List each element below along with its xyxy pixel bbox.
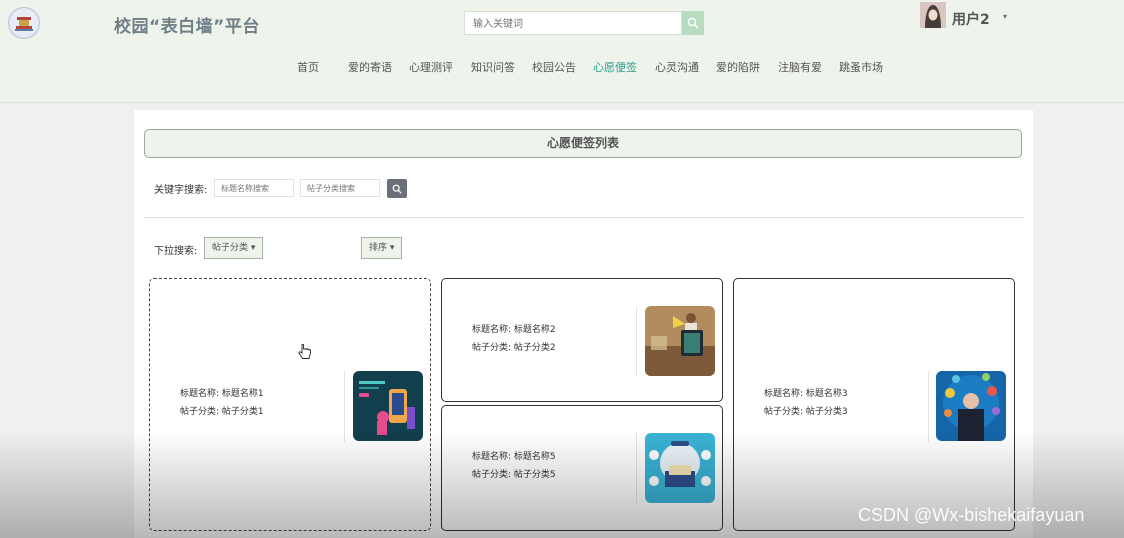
nav-item-love-message[interactable]: 爱的寄语 (348, 59, 392, 75)
card-image[interactable] (645, 433, 715, 503)
page-title: 心愿便签列表 (144, 129, 1022, 158)
site-title[interactable]: 校园“表白墙”平台 (114, 12, 260, 37)
search-icon (687, 17, 699, 29)
nav-item-heart-talk[interactable]: 心灵沟通 (655, 59, 699, 75)
nav-item-love-trap[interactable]: 爱的陷阱 (716, 59, 760, 75)
card-title: 标题名称: 标题名称3 (764, 389, 848, 399)
card-category: 帖子分类: 帖子分类3 (764, 407, 848, 417)
wish-card[interactable]: 标题名称: 标题名称3 帖子分类: 帖子分类3 (733, 278, 1015, 531)
wish-card[interactable]: 标题名称: 标题名称2 帖子分类: 帖子分类2 (441, 278, 723, 402)
chevron-down-icon[interactable]: ▾ (1003, 12, 1007, 21)
user-avatar[interactable] (920, 2, 946, 28)
search-icon (392, 184, 402, 194)
card-category: 帖子分类: 帖子分类1 (180, 407, 264, 417)
header-search-input[interactable] (465, 13, 673, 36)
nav-item-home[interactable]: 首页 (297, 59, 319, 75)
header-search-box (464, 11, 682, 36)
nav-item-care[interactable]: 注脑有爱 (778, 59, 822, 75)
card-divider (636, 433, 637, 503)
school-logo-icon[interactable] (8, 7, 40, 39)
hand-cursor-icon (298, 343, 312, 364)
card-image[interactable] (353, 371, 423, 441)
nav-item-campus-notice[interactable]: 校园公告 (532, 59, 576, 75)
card-title: 标题名称: 标题名称5 (472, 452, 556, 462)
nav-item-psych-test[interactable]: 心理测评 (409, 59, 453, 75)
site-header: 校园“表白墙”平台 用户2 ▾ 首页 爱的寄语 心理测评 知识问答 校园公告 心… (0, 0, 1124, 103)
username[interactable]: 用户2 (952, 9, 990, 29)
card-category: 帖子分类: 帖子分类5 (472, 470, 556, 480)
card-image[interactable] (645, 306, 715, 376)
title-search-input[interactable] (214, 179, 294, 197)
dropdown-search-label: 下拉搜索: (154, 246, 198, 257)
nav-item-wish-notes[interactable]: 心愿便签 (593, 59, 637, 75)
nav-item-flea-market[interactable]: 跳蚤市场 (839, 59, 883, 75)
card-category: 帖子分类: 帖子分类2 (472, 343, 556, 353)
card-image[interactable] (936, 371, 1006, 441)
header-search-button[interactable] (682, 11, 704, 35)
category-dropdown[interactable]: 帖子分类 ▾ (204, 237, 264, 259)
keyword-search-label: 关键字搜索: (154, 185, 208, 196)
nav-item-qa[interactable]: 知识问答 (471, 59, 515, 75)
card-divider (344, 370, 345, 442)
watermark: CSDN @Wx-bishekaifayuan (858, 505, 1085, 525)
card-divider (636, 306, 637, 376)
divider (144, 217, 1024, 218)
card-divider (928, 370, 929, 442)
card-title: 标题名称: 标题名称1 (180, 389, 264, 399)
category-search-input[interactable] (300, 179, 380, 197)
wish-card[interactable]: 标题名称: 标题名称5 帖子分类: 帖子分类5 (441, 405, 723, 531)
card-title: 标题名称: 标题名称2 (472, 325, 556, 335)
keyword-search-button[interactable] (387, 179, 407, 198)
wish-card[interactable]: 标题名称: 标题名称1 帖子分类: 帖子分类1 (149, 278, 431, 531)
sort-dropdown[interactable]: 排序 ▾ (361, 237, 403, 259)
